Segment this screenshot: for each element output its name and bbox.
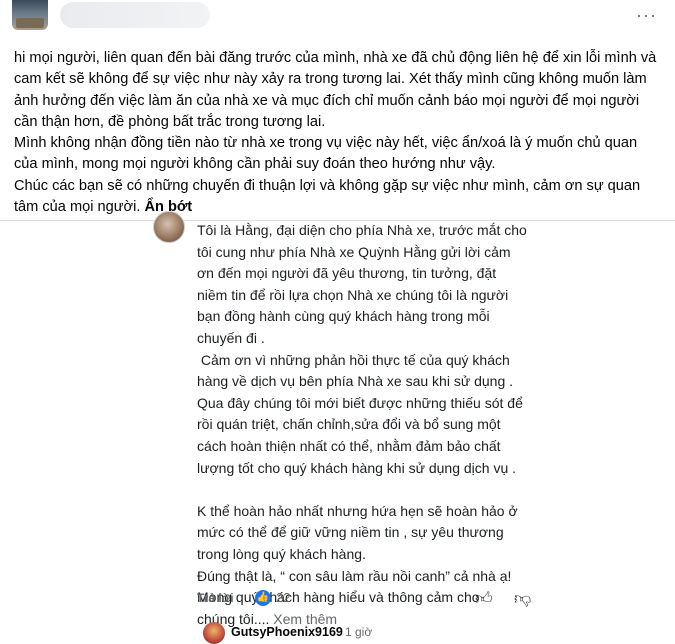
reaction-count[interactable]: 22 xyxy=(276,590,290,605)
comment-line: Cảm ơn vì những phản hồi thực tế của quý… xyxy=(197,351,510,368)
replier-name[interactable]: GutsyPhoenix9169 xyxy=(231,625,343,639)
post-line: cam kết sẽ không để sự việc như này xảy … xyxy=(14,71,647,88)
comment-line: lượng tốt cho quý khách hàng khi sử dụng… xyxy=(197,459,517,476)
comment-line: hàng về dịch vụ bên phía Nhà xe sau khi … xyxy=(197,373,514,390)
post-line: hi mọi người, liên quan đến bài đăng trư… xyxy=(14,50,657,66)
comment-line: chuyến đi . xyxy=(197,329,265,346)
comment-body: Tôi là Hằng, đại diện cho phía Nhà xe, t… xyxy=(197,220,552,630)
comment-line: rồi quán triệt, chấn chỉnh,sửa đổi và bổ… xyxy=(197,416,501,433)
comment-line: cách hoàn thiện nhất có thể, nhằm đảm bả… xyxy=(197,437,501,454)
replier-avatar[interactable] xyxy=(203,622,225,644)
comment-line: mức có thể để giữ vững niềm tin , sự yêu… xyxy=(197,524,504,541)
post-header: ··· xyxy=(0,0,675,40)
post-body: hi mọi người, liên quan đến bài đăng trư… xyxy=(14,48,668,218)
comment-line: ơn đến mọi người đã yêu thương, tin tưởn… xyxy=(197,265,497,282)
more-options-icon[interactable]: ··· xyxy=(636,6,657,24)
commenter-avatar[interactable] xyxy=(153,211,185,243)
comment-line: K thể hoàn hảo nhất nhưng hứa hẹn sẽ hoà… xyxy=(197,502,518,519)
post-line: Chúc các bạn sẽ có những chuyến đi thuận… xyxy=(14,177,641,194)
comment-line: bạn đồng hành cùng quý khách hàng trong … xyxy=(197,308,490,325)
comment-line: niềm tin để rồi lựa chọn Nhà xe chúng tô… xyxy=(197,286,509,303)
post-line: của mình, mong mọi người không cần phải … xyxy=(14,156,496,173)
comment-line xyxy=(197,479,552,501)
reply-button[interactable]: Trả lời xyxy=(197,591,234,605)
thumbs-down-icon[interactable]: 👎︎ xyxy=(514,588,531,609)
reply-timestamp: 1 giờ xyxy=(345,625,373,639)
comment-line: tôi cung như phía Nhà xe Quỳnh Hằng gửi … xyxy=(197,243,511,260)
author-avatar[interactable] xyxy=(12,0,48,30)
thumbs-up-icon[interactable]: 👍︎ xyxy=(475,588,493,609)
author-name-redacted xyxy=(60,2,210,28)
like-reaction-icon: 👍 xyxy=(255,590,271,606)
post-line: ảnh hưởng đến việc làm ăn của nhà xe và … xyxy=(14,92,640,109)
post-line: cần thận hơn, đề phòng bất trắc trong tư… xyxy=(14,113,326,130)
comment-line: Tôi là Hằng, đại diện cho phía Nhà xe, t… xyxy=(197,222,527,238)
comment-actions: Trả lời 👍 22 👍︎ 👎︎ xyxy=(197,588,537,608)
comment-line: Qua đây chúng tôi mới biết được những th… xyxy=(197,394,523,411)
comment-line: Đúng thật là, “ con sâu làm rầu nồi canh… xyxy=(197,567,512,584)
post-line: Mình không nhận đồng tiền nào từ nhà xe … xyxy=(14,135,638,152)
post-line-text: tâm của mọi người. xyxy=(14,199,141,216)
comment-line: trong lòng quý khách hàng. xyxy=(197,545,366,562)
post-line-last: tâm của mọi người. Ẩn bớt xyxy=(14,197,668,218)
